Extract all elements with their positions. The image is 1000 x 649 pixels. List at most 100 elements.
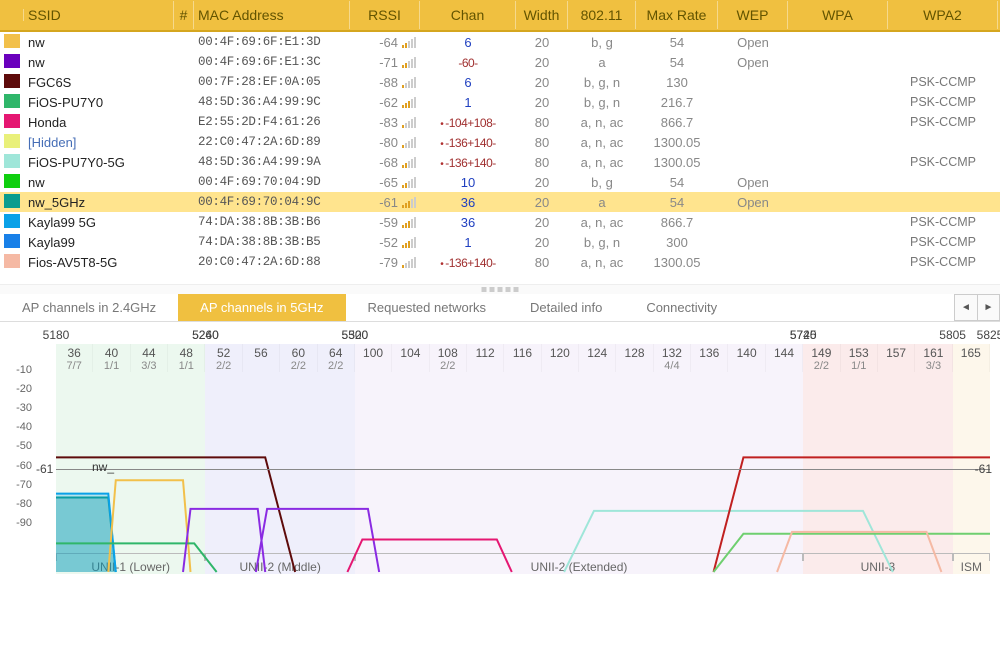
cell-rssi: -62 <box>350 95 420 110</box>
color-swatch <box>4 214 20 228</box>
cell-rate: 300 <box>636 235 718 250</box>
cell-wep: Open <box>718 175 788 190</box>
channel-header: 522/2 <box>205 344 242 372</box>
col-ssid[interactable]: SSID <box>24 1 174 29</box>
cell-wpa2: PSK-CCMP <box>888 155 998 169</box>
channel-header: 157 <box>878 344 915 372</box>
network-row[interactable]: [Hidden]22:C0:47:2A:6D:89-80•‑136+140‑80… <box>0 132 1000 152</box>
channel-header: 443/3 <box>131 344 168 372</box>
band-regions: 367/7401/1443/3481/1UNII-1 (Lower)522/25… <box>56 344 990 574</box>
cell-mac: 00:4F:69:70:04:9C <box>194 195 350 209</box>
network-row[interactable]: Kayla9974:DA:38:8B:3B:B5-52120b, g, n300… <box>0 232 1000 252</box>
channel-header: 104 <box>392 344 429 372</box>
cell-wep: Open <box>718 35 788 50</box>
col-wpa2[interactable]: WPA2 <box>888 1 998 29</box>
cell-rate: 54 <box>636 195 718 210</box>
cell-ssid: nw <box>24 35 174 50</box>
channel-header: 124 <box>579 344 616 372</box>
network-row[interactable]: nw00:4F:69:70:04:9D-651020b, g54Open <box>0 172 1000 192</box>
signal-bars-icon <box>402 257 416 268</box>
chart-tabs: AP channels in 2.4GHz AP channels in 5GH… <box>0 294 1000 322</box>
cell-rssi: -52 <box>350 235 420 250</box>
tab-connectivity[interactable]: Connectivity <box>624 294 739 321</box>
cell-mac: 00:7F:28:EF:0A:05 <box>194 75 350 89</box>
network-row[interactable]: nw00:4F:69:6F:E1:3C-71‑60‑20a54Open <box>0 52 1000 72</box>
tab-scroll-left-button[interactable]: ◄ <box>955 295 977 320</box>
cell-rssi: -61 <box>350 195 420 210</box>
signal-bars-icon <box>402 137 416 148</box>
cell-width: 80 <box>516 135 568 150</box>
channel-header: 116 <box>504 344 541 372</box>
cell-wep: Open <box>718 55 788 70</box>
cell-chan: 10 <box>420 175 516 190</box>
channel-header: 481/1 <box>168 344 205 372</box>
cell-std: b, g <box>568 35 636 50</box>
cell-mac: 00:4F:69:6F:E1:3C <box>194 55 350 69</box>
col-mac[interactable]: MAC Address <box>194 1 350 29</box>
color-swatch <box>4 174 20 188</box>
col-chan[interactable]: Chan <box>420 1 516 29</box>
frequency-axis: 518052405260532055005720574558055825 <box>56 328 990 342</box>
col-hash[interactable]: # <box>174 1 194 29</box>
network-row[interactable]: FiOS-PU7Y048:5D:36:A4:99:9C-62120b, g, n… <box>0 92 1000 112</box>
tab-24ghz[interactable]: AP channels in 2.4GHz <box>0 294 178 321</box>
band-label: ISM <box>953 553 990 574</box>
cell-rssi: -83 <box>350 115 420 130</box>
channel-header: 112 <box>467 344 504 372</box>
col-80211[interactable]: 802.11 <box>568 1 636 29</box>
color-swatch <box>4 194 20 208</box>
cell-mac: 20:C0:47:2A:6D:88 <box>194 255 350 269</box>
network-row[interactable]: Kayla99 5G74:DA:38:8B:3B:B6-593620a, n, … <box>0 212 1000 232</box>
col-width[interactable]: Width <box>516 1 568 29</box>
cell-ssid: FiOS-PU7Y0 <box>24 95 174 110</box>
cell-chan: 36 <box>420 195 516 210</box>
cell-width: 80 <box>516 255 568 270</box>
cell-std: b, g, n <box>568 75 636 90</box>
cell-std: b, g <box>568 175 636 190</box>
cell-wpa2: PSK-CCMP <box>888 115 998 129</box>
cell-width: 20 <box>516 35 568 50</box>
selected-rssi-line <box>56 469 990 470</box>
network-row[interactable]: FiOS-PU7Y0-5G48:5D:36:A4:99:9A-68•‑136+1… <box>0 152 1000 172</box>
col-rssi[interactable]: RSSI <box>350 1 420 29</box>
splitter-grip-icon <box>482 287 519 292</box>
network-row[interactable]: nw_5GHz00:4F:69:70:04:9C-613620a54Open <box>0 192 1000 212</box>
col-wep[interactable]: WEP <box>718 1 788 29</box>
tab-scroll-right-button[interactable]: ► <box>977 295 999 320</box>
network-row[interactable]: Fios-AV5T8-5G20:C0:47:2A:6D:88-79•‑136+1… <box>0 252 1000 272</box>
signal-bars-icon <box>402 77 416 88</box>
network-row[interactable]: nw00:4F:69:6F:E1:3D-64620b, g54Open <box>0 32 1000 52</box>
band-label: UNII-2 (Middle) <box>205 553 354 574</box>
channel-header: 136 <box>691 344 728 372</box>
channel-header: 1531/1 <box>841 344 878 372</box>
tab-5ghz[interactable]: AP channels in 5GHz <box>178 294 345 321</box>
tab-detailed[interactable]: Detailed info <box>508 294 624 321</box>
col-wpa[interactable]: WPA <box>788 1 888 29</box>
cell-rate: 1300.05 <box>636 255 718 270</box>
table-header: SSID # MAC Address RSSI Chan Width 802.1… <box>0 0 1000 32</box>
signal-bars-icon <box>402 117 416 128</box>
cell-rate: 130 <box>636 75 718 90</box>
network-row[interactable]: FGC6S00:7F:28:EF:0A:05-88620b, g, n130PS… <box>0 72 1000 92</box>
cell-ssid: FiOS-PU7Y0-5G <box>24 155 174 170</box>
cell-chan: •‑136+140‑ <box>420 155 516 170</box>
channel-chart: 518052405260532055005720574558055825 -10… <box>0 322 1000 580</box>
cell-std: a, n, ac <box>568 155 636 170</box>
channel-header: 120 <box>542 344 579 372</box>
cell-width: 80 <box>516 115 568 130</box>
cell-rate: 216.7 <box>636 95 718 110</box>
signal-bars-icon <box>402 57 416 68</box>
channel-header: 1082/2 <box>430 344 467 372</box>
cell-mac: 48:5D:36:A4:99:9A <box>194 155 350 169</box>
rssi-label-left: -61 <box>36 462 53 476</box>
cell-rssi: -80 <box>350 135 420 150</box>
color-swatch <box>4 94 20 108</box>
col-maxrate[interactable]: Max Rate <box>636 1 718 29</box>
cell-mac: 74:DA:38:8B:3B:B5 <box>194 235 350 249</box>
channel-header: 165 <box>953 344 990 372</box>
tab-requested[interactable]: Requested networks <box>346 294 509 321</box>
network-row[interactable]: HondaE2:55:2D:F4:61:26-83•‑104+108‑80a, … <box>0 112 1000 132</box>
pane-splitter[interactable] <box>0 284 1000 294</box>
cell-ssid: nw_5GHz <box>24 195 174 210</box>
band-label: UNII-3 <box>803 553 952 574</box>
